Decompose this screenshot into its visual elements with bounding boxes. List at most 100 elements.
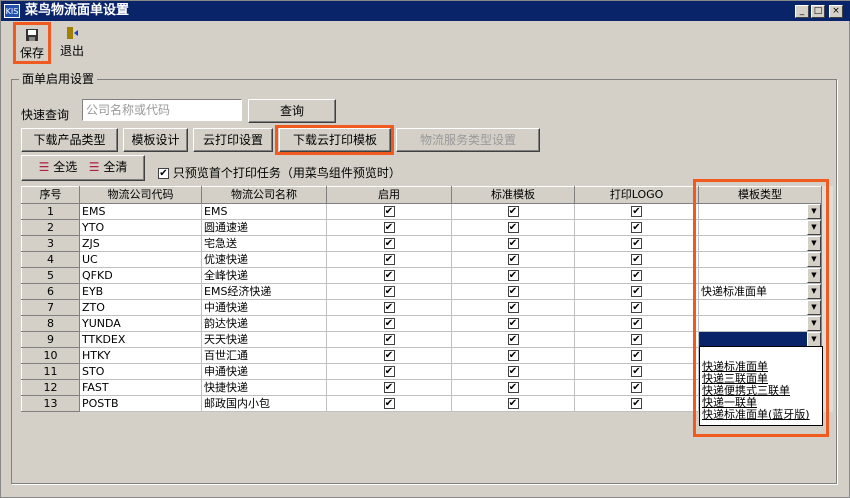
company-name[interactable]: 申通快递 [201, 363, 327, 380]
search-button[interactable]: 查询 [248, 99, 336, 123]
standard-template-checkbox[interactable]: ✔ [451, 331, 575, 348]
checkbox-icon[interactable]: ✔ [631, 398, 642, 409]
enabled-checkbox[interactable]: ✔ [326, 395, 452, 412]
checkbox-icon[interactable]: ✔ [383, 334, 395, 345]
checkbox-icon[interactable]: ✔ [507, 286, 519, 297]
checkbox-icon[interactable]: ✔ [507, 222, 519, 233]
column-header[interactable]: 标准模板 [451, 186, 575, 204]
column-header[interactable]: 打印LOGO [574, 186, 699, 204]
print-logo-checkbox[interactable]: ✔ [574, 363, 699, 380]
company-name[interactable]: 邮政国内小包 [201, 395, 327, 412]
enabled-checkbox[interactable]: ✔ [326, 267, 452, 284]
checkbox-icon[interactable]: ✔ [631, 254, 642, 265]
company-code[interactable]: STO [79, 363, 202, 380]
checkbox-icon[interactable]: ✔ [631, 302, 642, 313]
checkbox-icon[interactable]: ✔ [507, 238, 519, 249]
checkbox-icon[interactable]: ✔ [631, 222, 642, 233]
company-name[interactable]: 韵达快递 [201, 315, 327, 332]
enabled-checkbox[interactable]: ✔ [326, 219, 452, 236]
standard-template-checkbox[interactable]: ✔ [451, 251, 575, 268]
checkbox-icon[interactable]: ✔ [507, 398, 519, 409]
standard-template-checkbox[interactable]: ✔ [451, 395, 575, 412]
checkbox-icon[interactable]: ✔ [631, 318, 642, 329]
print-logo-checkbox[interactable]: ✔ [574, 235, 699, 252]
checkbox-icon[interactable]: ✔ [383, 382, 395, 393]
standard-template-checkbox[interactable]: ✔ [451, 283, 575, 300]
standard-template-checkbox[interactable]: ✔ [451, 235, 575, 252]
enabled-checkbox[interactable]: ✔ [326, 251, 452, 268]
standard-template-checkbox[interactable]: ✔ [451, 363, 575, 380]
standard-template-checkbox[interactable]: ✔ [451, 267, 575, 284]
print-logo-checkbox[interactable]: ✔ [574, 267, 699, 284]
company-name[interactable]: 天天快递 [201, 331, 327, 348]
checkbox-icon[interactable]: ✔ [631, 382, 642, 393]
standard-template-checkbox[interactable]: ✔ [451, 315, 575, 332]
maximize-button[interactable]: □ [811, 5, 825, 18]
company-code[interactable]: UC [79, 251, 202, 268]
company-name[interactable]: 百世汇通 [201, 347, 327, 364]
checkbox-icon[interactable]: ✔ [507, 254, 519, 265]
close-button[interactable]: × [829, 5, 843, 18]
enabled-checkbox[interactable]: ✔ [326, 315, 452, 332]
print-logo-checkbox[interactable]: ✔ [574, 299, 699, 316]
print-logo-checkbox[interactable]: ✔ [574, 251, 699, 268]
checkbox-icon[interactable]: ✔ [507, 350, 519, 361]
checkbox-icon[interactable]: ✔ [631, 270, 642, 281]
column-header[interactable]: 物流公司代码 [79, 186, 202, 204]
company-name[interactable]: 圆通速递 [201, 219, 327, 236]
company-code[interactable]: YTO [79, 219, 202, 236]
standard-template-checkbox[interactable]: ✔ [451, 219, 575, 236]
print-logo-checkbox[interactable]: ✔ [574, 315, 699, 332]
enabled-checkbox[interactable]: ✔ [326, 347, 452, 364]
checkbox-icon[interactable]: ✔ [383, 302, 395, 313]
enabled-checkbox[interactable]: ✔ [326, 235, 452, 252]
checkbox-icon[interactable]: ✔ [383, 254, 395, 265]
company-code[interactable]: ZTO [79, 299, 202, 316]
standard-template-checkbox[interactable]: ✔ [451, 379, 575, 396]
print-logo-checkbox[interactable]: ✔ [574, 219, 699, 236]
company-name[interactable]: 快捷快递 [201, 379, 327, 396]
company-code[interactable]: ZJS [79, 235, 202, 252]
preview-first-checkbox[interactable]: ✔ 只预览首个打印任务（用菜鸟组件预览时） [158, 164, 401, 181]
company-code[interactable]: TTKDEX [79, 331, 202, 348]
standard-template-checkbox[interactable]: ✔ [451, 203, 575, 220]
company-code[interactable]: EYB [79, 283, 202, 300]
download-product-types-button[interactable]: 下载产品类型 [21, 128, 118, 152]
enabled-checkbox[interactable]: ✔ [326, 203, 452, 220]
print-logo-checkbox[interactable]: ✔ [574, 331, 699, 348]
exit-button[interactable]: 退出 [55, 23, 89, 63]
company-code[interactable]: HTKY [79, 347, 202, 364]
company-name[interactable]: 宅急送 [201, 235, 327, 252]
enabled-checkbox[interactable]: ✔ [326, 299, 452, 316]
standard-template-checkbox[interactable]: ✔ [451, 347, 575, 364]
select-all-button[interactable]: ☰ 全选 [39, 160, 78, 174]
checkbox-icon[interactable]: ✔ [631, 238, 642, 249]
print-logo-checkbox[interactable]: ✔ [574, 283, 699, 300]
company-name[interactable]: 优速快递 [201, 251, 327, 268]
checkbox-icon[interactable]: ✔ [383, 206, 395, 217]
template-design-button[interactable]: 模板设计 [123, 128, 188, 152]
company-code[interactable]: EMS [79, 203, 202, 220]
checkbox-icon[interactable]: ✔ [507, 334, 519, 345]
search-input[interactable]: 公司名称或代码 [82, 99, 242, 121]
enabled-checkbox[interactable]: ✔ [326, 363, 452, 380]
checkbox-icon[interactable]: ✔ [631, 334, 642, 345]
print-logo-checkbox[interactable]: ✔ [574, 379, 699, 396]
checkbox-icon[interactable]: ✔ [507, 382, 519, 393]
checkbox-icon[interactable]: ✔ [507, 366, 519, 377]
company-name[interactable]: 中通快递 [201, 299, 327, 316]
checkbox-icon[interactable]: ✔ [383, 286, 395, 297]
checkbox-icon[interactable]: ✔ [383, 398, 395, 409]
company-code[interactable]: POSTB [79, 395, 202, 412]
checkbox-icon[interactable]: ✔ [383, 222, 395, 233]
checkbox-icon[interactable]: ✔ [383, 350, 395, 361]
checkbox-icon[interactable]: ✔ [383, 270, 395, 281]
company-name[interactable]: EMS经济快递 [201, 283, 327, 300]
checkbox-icon[interactable]: ✔ [383, 238, 395, 249]
cloud-print-settings-button[interactable]: 云打印设置 [193, 128, 273, 152]
dropdown-option[interactable]: 快递标准面单(蓝牙版) [700, 409, 822, 421]
service-types-button[interactable]: 物流服务类型设置 [396, 128, 540, 152]
company-name[interactable]: EMS [201, 203, 327, 220]
clear-all-button[interactable]: ☰ 全清 [89, 160, 128, 174]
company-code[interactable]: QFKD [79, 267, 202, 284]
